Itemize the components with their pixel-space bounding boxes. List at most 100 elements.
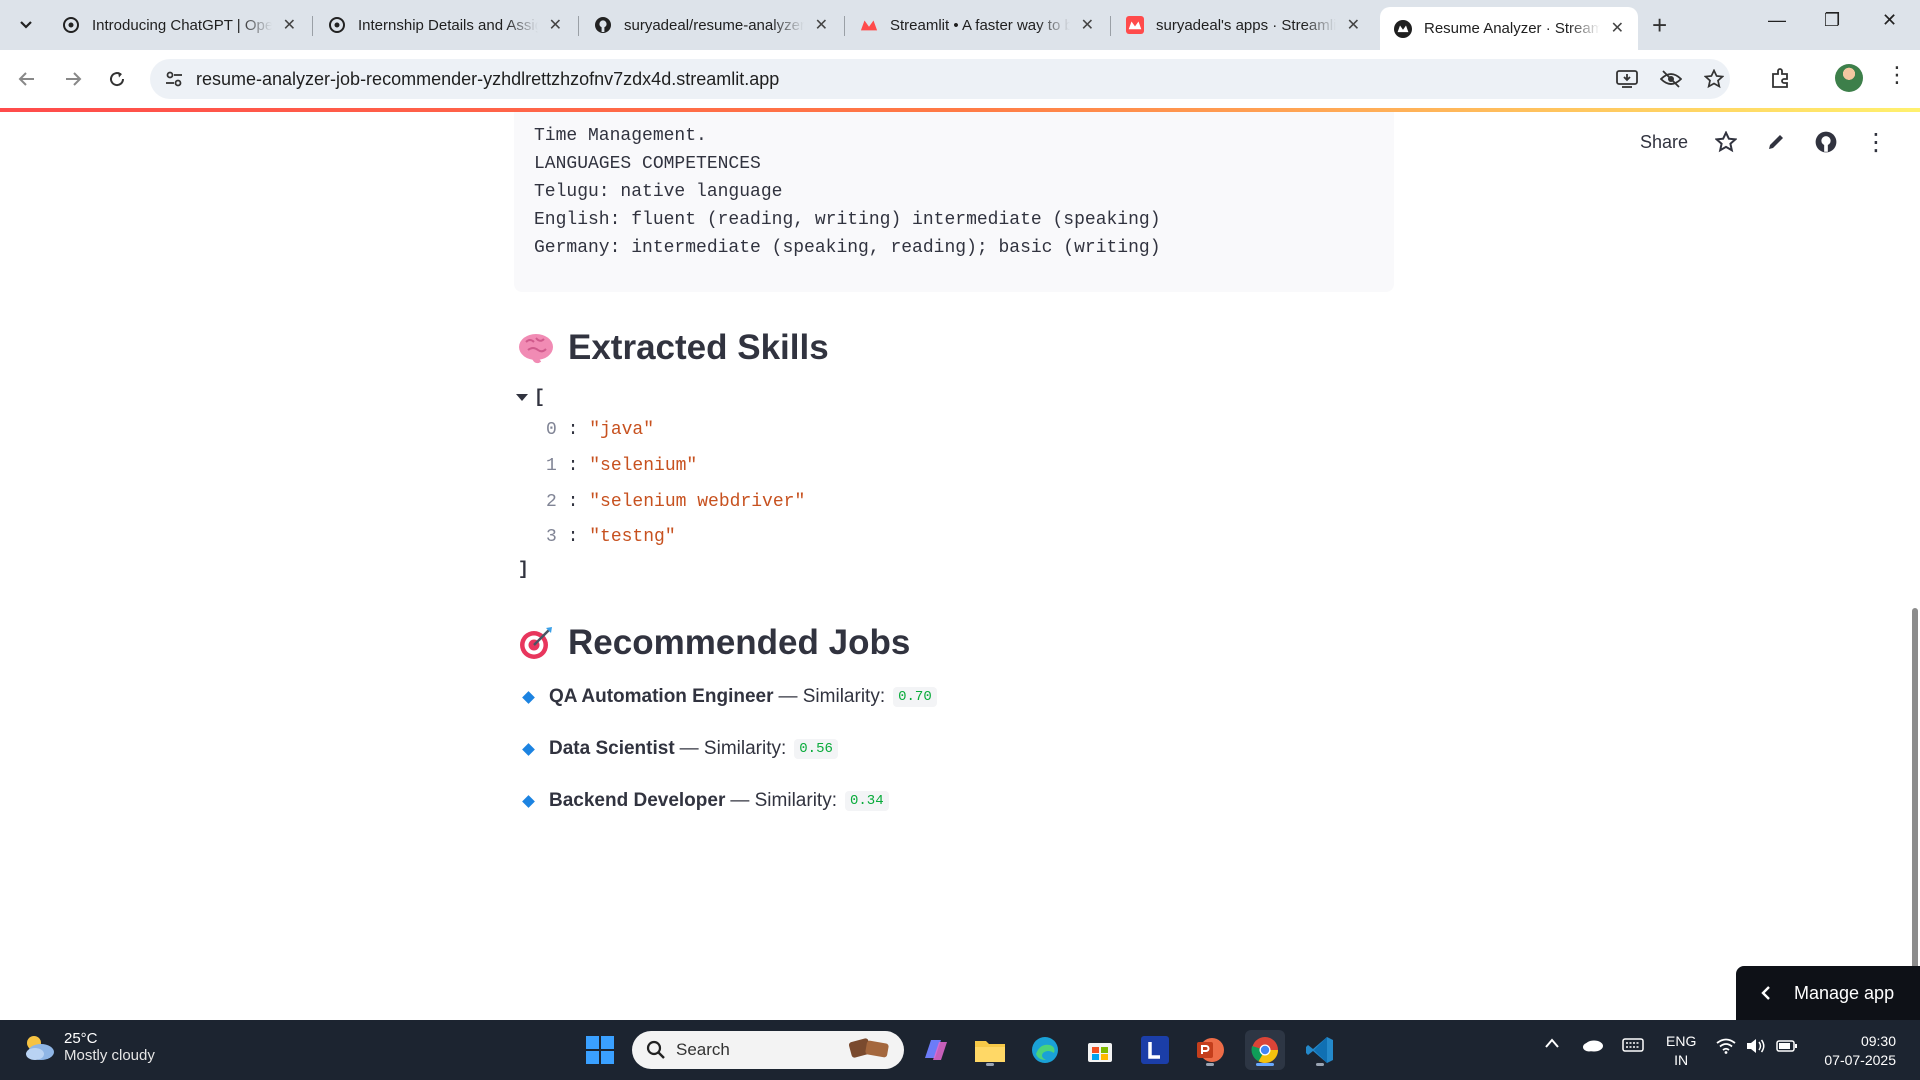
new-tab-button[interactable]: +	[1652, 10, 1667, 41]
address-bar[interactable]: resume-analyzer-job-recommender-yzhdlret…	[150, 59, 1730, 99]
tab-search-button[interactable]	[12, 11, 40, 39]
manage-app-label: Manage app	[1794, 982, 1895, 1003]
close-icon[interactable]: ✕	[815, 15, 828, 35]
json-value: "selenium webdriver"	[589, 492, 806, 512]
json-open-bracket: [	[534, 388, 545, 408]
similarity-label: — Similarity:	[730, 790, 837, 811]
similarity-score: 0.34	[844, 791, 889, 811]
github-icon[interactable]	[1814, 130, 1838, 154]
json-value: "selenium"	[589, 456, 698, 476]
site-info-icon[interactable]	[164, 69, 184, 89]
browser-tab[interactable]: Internship Details and Assignment ✕	[314, 8, 576, 42]
weather-temperature: 25°C	[64, 1030, 98, 1047]
tab-separator	[578, 16, 579, 36]
browser-toolbar: resume-analyzer-job-recommender-yzhdlret…	[0, 50, 1920, 108]
keyboard-icon[interactable]	[1622, 1038, 1644, 1055]
tab-title: Internship Details and Assignment	[358, 16, 538, 34]
browser-tab[interactable]: Introducing ChatGPT | OpenAI ✕	[48, 8, 310, 42]
recommended-jobs-heading: Recommended Jobs	[518, 623, 910, 663]
json-item: 0 : "java"	[546, 420, 655, 440]
browser-tab[interactable]: suryadeal/resume-analyzer-job ✕	[580, 8, 842, 42]
bookmark-star-icon[interactable]	[1703, 68, 1725, 94]
app-header-actions: Share ⋮	[1640, 129, 1888, 156]
running-indicator	[1316, 1063, 1324, 1066]
bullet-diamond-icon	[522, 742, 535, 756]
language-indicator[interactable]: ENG IN	[1666, 1032, 1696, 1070]
profile-avatar[interactable]	[1835, 64, 1863, 92]
json-close-bracket: ]	[518, 560, 529, 580]
windows-start-icon[interactable]	[580, 1030, 620, 1070]
openai-icon	[328, 16, 346, 34]
scrollbar-thumb[interactable]	[1912, 608, 1918, 1006]
job-list-item: Data Scientist — Similarity: 0.56	[520, 738, 838, 760]
minimize-icon[interactable]: —	[1768, 10, 1786, 31]
arrow-left-icon	[18, 72, 34, 86]
vscode-icon[interactable]	[1300, 1030, 1340, 1070]
file-explorer-icon[interactable]	[970, 1030, 1010, 1070]
edit-pencil-icon[interactable]	[1764, 130, 1788, 154]
browser-tab[interactable]: Streamlit • A faster way to build ✕	[846, 8, 1108, 42]
section-title: Recommended Jobs	[568, 623, 911, 662]
json-value: "java"	[589, 420, 655, 440]
running-indicator-active	[1256, 1063, 1274, 1066]
close-window-icon[interactable]: ✕	[1882, 10, 1897, 31]
reload-button[interactable]	[102, 64, 132, 94]
system-clock[interactable]: 09:30 07-07-2025	[1824, 1032, 1896, 1070]
page-scrollbar[interactable]	[1910, 112, 1920, 1020]
onedrive-cloud-icon[interactable]	[1582, 1038, 1604, 1055]
resume-line: Telugu: native language	[534, 182, 783, 202]
powerpoint-icon[interactable]	[1190, 1030, 1230, 1070]
bullet-diamond-icon	[522, 690, 535, 704]
json-item: 1 : "selenium"	[546, 456, 698, 476]
json-item: 3 : "testng"	[546, 527, 676, 547]
restore-icon[interactable]: ❐	[1824, 10, 1840, 31]
forward-button[interactable]	[58, 64, 88, 94]
microsoft-store-icon[interactable]	[1080, 1030, 1120, 1070]
star-icon[interactable]	[1714, 130, 1738, 154]
close-icon[interactable]: ✕	[1347, 15, 1360, 35]
browser-tab-active[interactable]: Resume Analyzer · Streamlit ✕	[1380, 7, 1638, 50]
extensions-icon[interactable]	[1770, 67, 1792, 94]
lens-app-icon[interactable]	[1135, 1030, 1175, 1070]
search-highlight-icon	[846, 1034, 894, 1067]
install-app-icon[interactable]	[1616, 69, 1638, 94]
back-button[interactable]	[12, 64, 42, 94]
cloud-sun-icon	[26, 1036, 54, 1060]
copilot-icon[interactable]	[916, 1030, 956, 1070]
resume-line: LANGUAGES COMPETENCES	[534, 154, 761, 174]
weather-widget[interactable]: 25°C Mostly cloudy	[22, 1030, 155, 1064]
close-icon[interactable]: ✕	[1081, 15, 1094, 35]
resume-text-block: Time Management. LANGUAGES COMPETENCES T…	[514, 112, 1394, 292]
chrome-icon[interactable]	[1245, 1030, 1285, 1070]
close-icon[interactable]: ✕	[283, 15, 296, 35]
url-text: resume-analyzer-job-recommender-yzhdlret…	[196, 69, 780, 89]
tab-separator	[1110, 16, 1111, 36]
wifi-icon[interactable]	[1716, 1038, 1736, 1057]
resume-line: English: fluent (reading, writing) inter…	[534, 210, 1161, 230]
tab-title: suryadeal's apps · Streamlit	[1156, 16, 1336, 34]
tab-title: Streamlit • A faster way to build	[890, 16, 1070, 34]
eye-off-icon[interactable]	[1659, 69, 1683, 94]
similarity-label: — Similarity:	[679, 738, 787, 759]
more-menu-icon[interactable]: ⋮	[1886, 62, 1908, 88]
close-icon[interactable]: ✕	[549, 15, 562, 35]
browser-tab-strip: Introducing ChatGPT | OpenAI ✕ Internshi…	[0, 0, 1920, 50]
volume-icon[interactable]	[1746, 1038, 1766, 1057]
share-button[interactable]: Share	[1640, 132, 1688, 153]
battery-icon[interactable]	[1776, 1039, 1798, 1055]
main-menu-icon[interactable]: ⋮	[1864, 129, 1888, 156]
manage-app-button[interactable]: Manage app	[1736, 966, 1920, 1020]
job-title: Backend Developer	[549, 790, 726, 811]
streamlit-app: Share ⋮ Time Management. LANGUAGES COMPE…	[0, 112, 1920, 1020]
close-icon[interactable]: ✕	[1611, 18, 1624, 38]
taskbar-search-box[interactable]: Search	[632, 1031, 904, 1069]
json-index: 3	[546, 527, 557, 547]
collapse-caret-icon[interactable]	[516, 393, 528, 401]
browser-tab[interactable]: suryadeal's apps · Streamlit ✕	[1112, 8, 1374, 42]
json-item: 2 : "selenium webdriver"	[546, 492, 806, 512]
github-icon	[594, 16, 612, 34]
edge-icon[interactable]	[1025, 1030, 1065, 1070]
show-hidden-icons-chevron-icon[interactable]	[1544, 1036, 1560, 1052]
tab-title: Introducing ChatGPT | OpenAI	[92, 16, 272, 34]
direct-hit-icon	[518, 625, 554, 661]
